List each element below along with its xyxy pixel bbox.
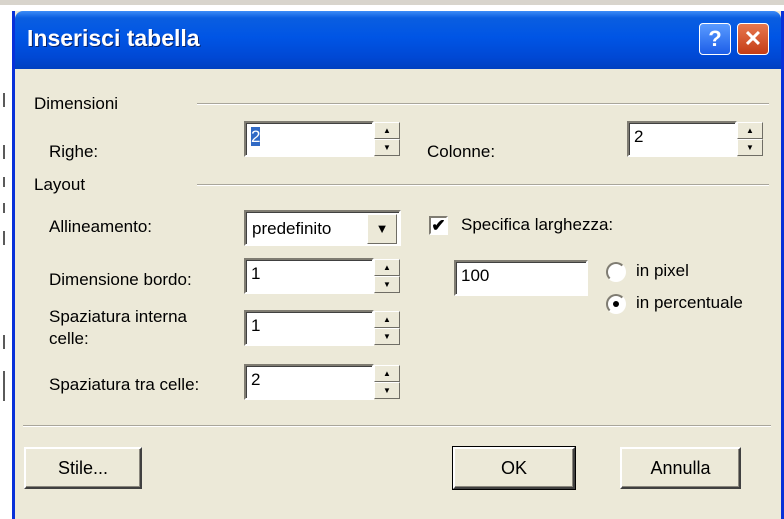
columns-spin-up-icon[interactable]: ▲ [737, 122, 763, 139]
style-button[interactable]: Stile... [24, 447, 142, 489]
cell-padding-label-line2: celle: [49, 329, 89, 348]
dimensions-separator [197, 103, 769, 105]
rows-label: Righe: [49, 142, 99, 161]
help-button[interactable]: ? [699, 23, 731, 55]
layout-section-label: Layout [34, 175, 86, 194]
cancel-button[interactable]: Annulla [620, 447, 741, 489]
alignment-dropdown[interactable]: predefinito ▼ [244, 210, 401, 246]
columns-spin-down-icon[interactable]: ▼ [737, 139, 763, 156]
spacing-spin-down-icon[interactable]: ▼ [374, 382, 400, 399]
cell-padding-value: 1 [251, 316, 261, 335]
background-window-strip [0, 5, 12, 519]
width-input[interactable]: 100 [454, 260, 588, 296]
close-icon: ✕ [743, 26, 763, 51]
unit-pixel-label[interactable]: in pixel [636, 261, 689, 281]
border-size-label: Dimensione bordo: [49, 270, 192, 289]
radio-selected-dot [613, 301, 619, 307]
ok-button[interactable]: OK [452, 446, 576, 490]
cell-spacing-input[interactable]: 2 [244, 364, 374, 400]
alignment-label: Allineamento: [49, 217, 153, 236]
border-size-spinner[interactable]: ▲ ▼ [374, 259, 400, 293]
width-value: 100 [461, 266, 490, 285]
cell-spacing-spinner[interactable]: ▲ ▼ [374, 365, 400, 399]
rows-input[interactable]: 2 [244, 121, 374, 157]
specify-width-label[interactable]: Specifica larghezza: [461, 215, 613, 235]
cell-padding-spinner[interactable]: ▲ ▼ [374, 311, 400, 345]
layout-separator [197, 184, 769, 186]
dropdown-arrow-icon[interactable]: ▼ [367, 214, 397, 244]
specify-width-checkbox[interactable]: ✔ [429, 216, 448, 235]
unit-percent-radio[interactable] [606, 294, 626, 314]
columns-spinner[interactable]: ▲ ▼ [737, 122, 763, 156]
padding-spin-up-icon[interactable]: ▲ [374, 311, 400, 328]
spacing-spin-up-icon[interactable]: ▲ [374, 365, 400, 382]
border-size-value: 1 [251, 264, 261, 283]
alignment-value: predefinito [252, 219, 332, 238]
cell-padding-input[interactable]: 1 [244, 310, 374, 346]
columns-label: Colonne: [427, 142, 496, 161]
cell-padding-label-line1: Spaziatura interna [49, 307, 187, 326]
help-icon: ? [708, 26, 722, 51]
unit-percent-label[interactable]: in percentuale [636, 293, 743, 313]
dimensions-section-label: Dimensioni [34, 94, 119, 113]
rows-value: 2 [251, 127, 261, 146]
columns-input[interactable]: 2 [627, 121, 737, 157]
rows-spinner[interactable]: ▲ ▼ [374, 122, 400, 156]
close-button[interactable]: ✕ [737, 23, 769, 55]
footer-separator [23, 425, 771, 427]
border-spin-up-icon[interactable]: ▲ [374, 259, 400, 276]
rows-spin-up-icon[interactable]: ▲ [374, 122, 400, 139]
border-size-input[interactable]: 1 [244, 258, 374, 294]
cell-spacing-label: Spaziatura tra celle: [49, 375, 200, 394]
columns-value: 2 [634, 127, 644, 146]
unit-pixel-radio[interactable] [606, 262, 626, 282]
check-mark-icon: ✔ [431, 216, 446, 235]
background-window-edge [0, 0, 784, 5]
border-spin-down-icon[interactable]: ▼ [374, 276, 400, 293]
insert-table-dialog: Inserisci tabella ? ✕ Dimensioni Righe: … [12, 11, 784, 519]
padding-spin-down-icon[interactable]: ▼ [374, 328, 400, 345]
cell-spacing-value: 2 [251, 370, 261, 389]
rows-spin-down-icon[interactable]: ▼ [374, 139, 400, 156]
dialog-title: Inserisci tabella [27, 25, 200, 51]
title-bar[interactable]: Inserisci tabella ? ✕ [15, 11, 781, 69]
